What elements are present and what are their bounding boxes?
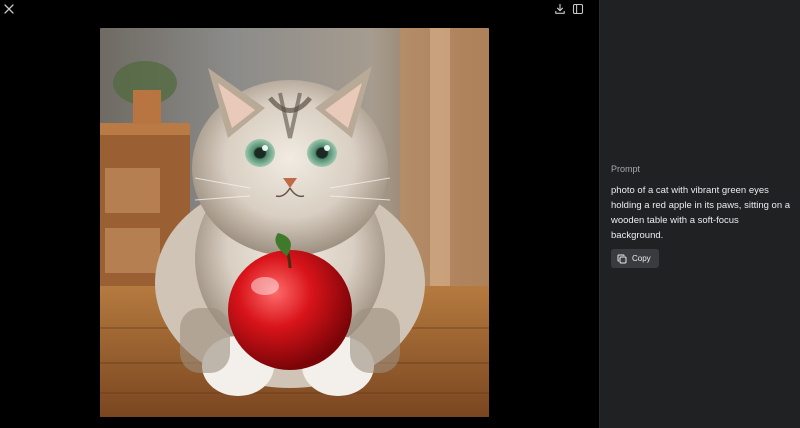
image-viewer <box>0 0 599 428</box>
close-icon <box>4 4 14 14</box>
sidebar-toggle-button[interactable] <box>569 0 587 18</box>
sidebar-panel-icon <box>572 3 584 15</box>
prompt-label: Prompt <box>611 164 641 174</box>
copy-label: Copy <box>632 254 651 263</box>
download-button[interactable] <box>551 0 569 18</box>
close-button[interactable] <box>0 0 18 18</box>
copy-button[interactable]: Copy <box>611 249 659 268</box>
details-panel: Prompt photo of a cat with vibrant green… <box>599 0 800 428</box>
prompt-section: Prompt photo of a cat with vibrant green… <box>611 164 793 269</box>
prompt-text: photo of a cat with vibrant green eyes h… <box>611 185 791 241</box>
generated-image <box>100 28 489 417</box>
cat-apple-illustration <box>100 28 489 417</box>
download-icon <box>555 3 565 14</box>
copy-icon <box>617 254 627 263</box>
image-viewer-app: Prompt photo of a cat with vibrant green… <box>0 0 800 428</box>
